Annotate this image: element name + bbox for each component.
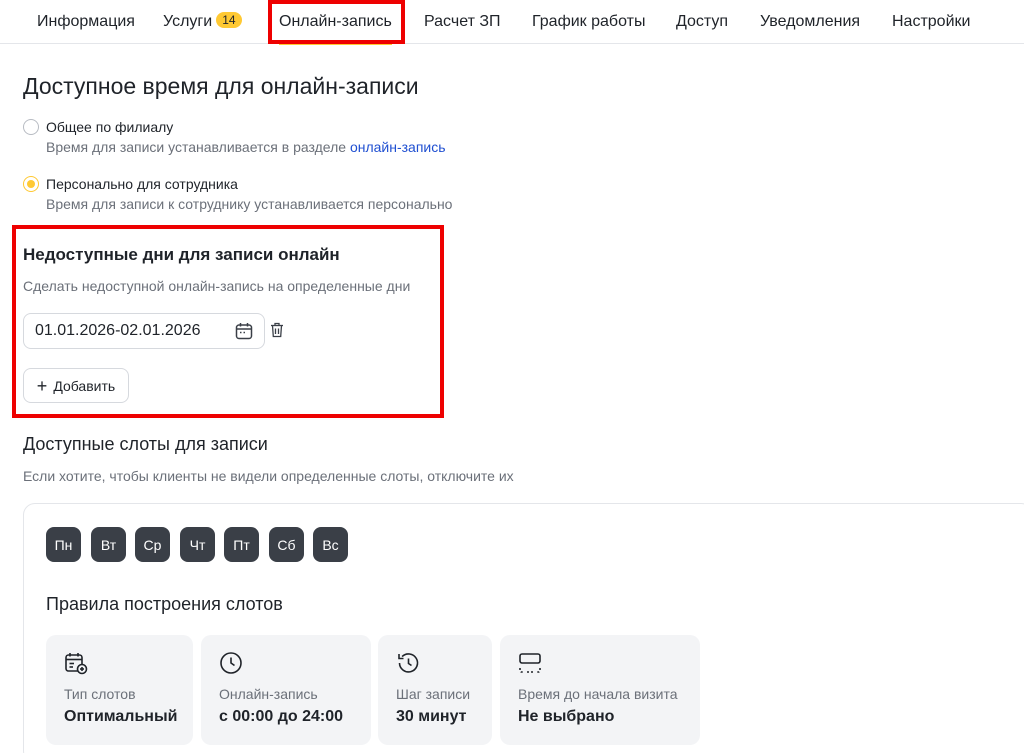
radio-label: Общее по филиалу xyxy=(46,119,174,135)
unavailable-days-hint: Сделать недоступной онлайн-запись на опр… xyxy=(23,278,411,294)
day-chip-sat[interactable]: Сб xyxy=(269,527,304,562)
calendar-icon[interactable] xyxy=(235,322,253,340)
rule-value: Не выбрано xyxy=(518,708,615,725)
radio-hint-personal: Время для записи к сотруднику устанавлив… xyxy=(46,196,453,212)
day-chip-wed[interactable]: Ср xyxy=(135,527,170,562)
online-booking-link[interactable]: онлайн-запись xyxy=(350,139,446,155)
calendar-settings-icon xyxy=(65,653,88,675)
rule-label: Шаг записи xyxy=(396,686,471,702)
tab-label: График работы xyxy=(532,13,646,30)
slots-hint: Если хотите, чтобы клиенты не видели опр… xyxy=(23,468,514,484)
tab-schedule[interactable]: График работы xyxy=(532,0,645,44)
radio-personal[interactable]: Персонально для сотрудника xyxy=(23,176,238,192)
frame-icon xyxy=(519,653,541,673)
slots-title: Доступные слоты для записи xyxy=(23,434,268,454)
tab-label: Онлайн-запись xyxy=(279,13,392,30)
day-chip-tue[interactable]: Вт xyxy=(91,527,126,562)
available-time-title: Доступное время для онлайн-записи xyxy=(23,73,419,99)
rule-card-slot-type[interactable]: Тип слотов Оптимальный xyxy=(46,635,193,745)
history-icon xyxy=(398,653,419,673)
tab-bar: Информация Услуги 14 Онлайн-запись Расчет… xyxy=(0,0,1024,45)
tab-online-booking[interactable]: Онлайн-запись xyxy=(279,0,392,45)
rules-title: Правила построения слотов xyxy=(46,594,283,614)
rule-label: Тип слотов xyxy=(64,686,136,702)
date-range-value: 01.01.2026-02.01.2026 xyxy=(35,322,201,339)
tab-access[interactable]: Доступ xyxy=(676,0,728,44)
day-chip-thu[interactable]: Чт xyxy=(180,527,215,562)
rule-value: 30 минут xyxy=(396,708,467,725)
trash-icon[interactable] xyxy=(270,322,284,338)
radio-button-checked[interactable] xyxy=(23,176,39,192)
clock-icon xyxy=(220,652,242,674)
services-count-badge: 14 xyxy=(216,12,242,28)
tab-label: Уведомления xyxy=(760,13,861,30)
tab-label: Доступ xyxy=(676,13,729,30)
day-chip-sun[interactable]: Вс xyxy=(313,527,348,562)
tab-label: Настройки xyxy=(892,13,971,30)
rule-card-time-before-visit[interactable]: Время до начала визита Не выбрано xyxy=(500,635,700,745)
tab-info[interactable]: Информация xyxy=(37,0,135,44)
tab-label: Услуги xyxy=(163,13,213,30)
rule-label: Время до начала визита xyxy=(518,686,678,702)
add-date-button[interactable]: + Добавить xyxy=(23,368,129,403)
tab-label: Расчет ЗП xyxy=(424,13,501,30)
plus-icon: + xyxy=(36,375,48,396)
radio-button[interactable] xyxy=(23,119,39,135)
date-range-input[interactable]: 01.01.2026-02.01.2026 xyxy=(23,313,265,349)
tab-notifications[interactable]: Уведомления xyxy=(760,0,860,44)
rule-card-online-booking[interactable]: Онлайн-запись с 00:00 до 24:00 xyxy=(201,635,371,745)
radio-label: Персонально для сотрудника xyxy=(46,176,238,192)
tab-services[interactable]: Услуги 14 xyxy=(163,0,242,44)
day-chip-fri[interactable]: Пт xyxy=(224,527,259,562)
rule-label: Онлайн-запись xyxy=(219,686,318,702)
tab-label: Информация xyxy=(37,13,135,30)
day-chip-mon[interactable]: Пн xyxy=(46,527,81,562)
radio-hint-branch: Время для записи устанавливается в разде… xyxy=(46,139,446,155)
add-button-label: Добавить xyxy=(53,377,116,394)
rule-value: с 00:00 до 24:00 xyxy=(219,708,344,725)
tab-settings[interactable]: Настройки xyxy=(892,0,970,44)
unavailable-days-title: Недоступные дни для записи онлайн xyxy=(23,245,340,264)
rule-value: Оптимальный xyxy=(64,708,178,725)
hint-text: Время для записи устанавливается в разде… xyxy=(46,139,350,155)
radio-branch-common[interactable]: Общее по филиалу xyxy=(23,119,173,135)
tab-salary[interactable]: Расчет ЗП xyxy=(424,0,501,44)
rule-card-booking-step[interactable]: Шаг записи 30 минут xyxy=(378,635,492,745)
